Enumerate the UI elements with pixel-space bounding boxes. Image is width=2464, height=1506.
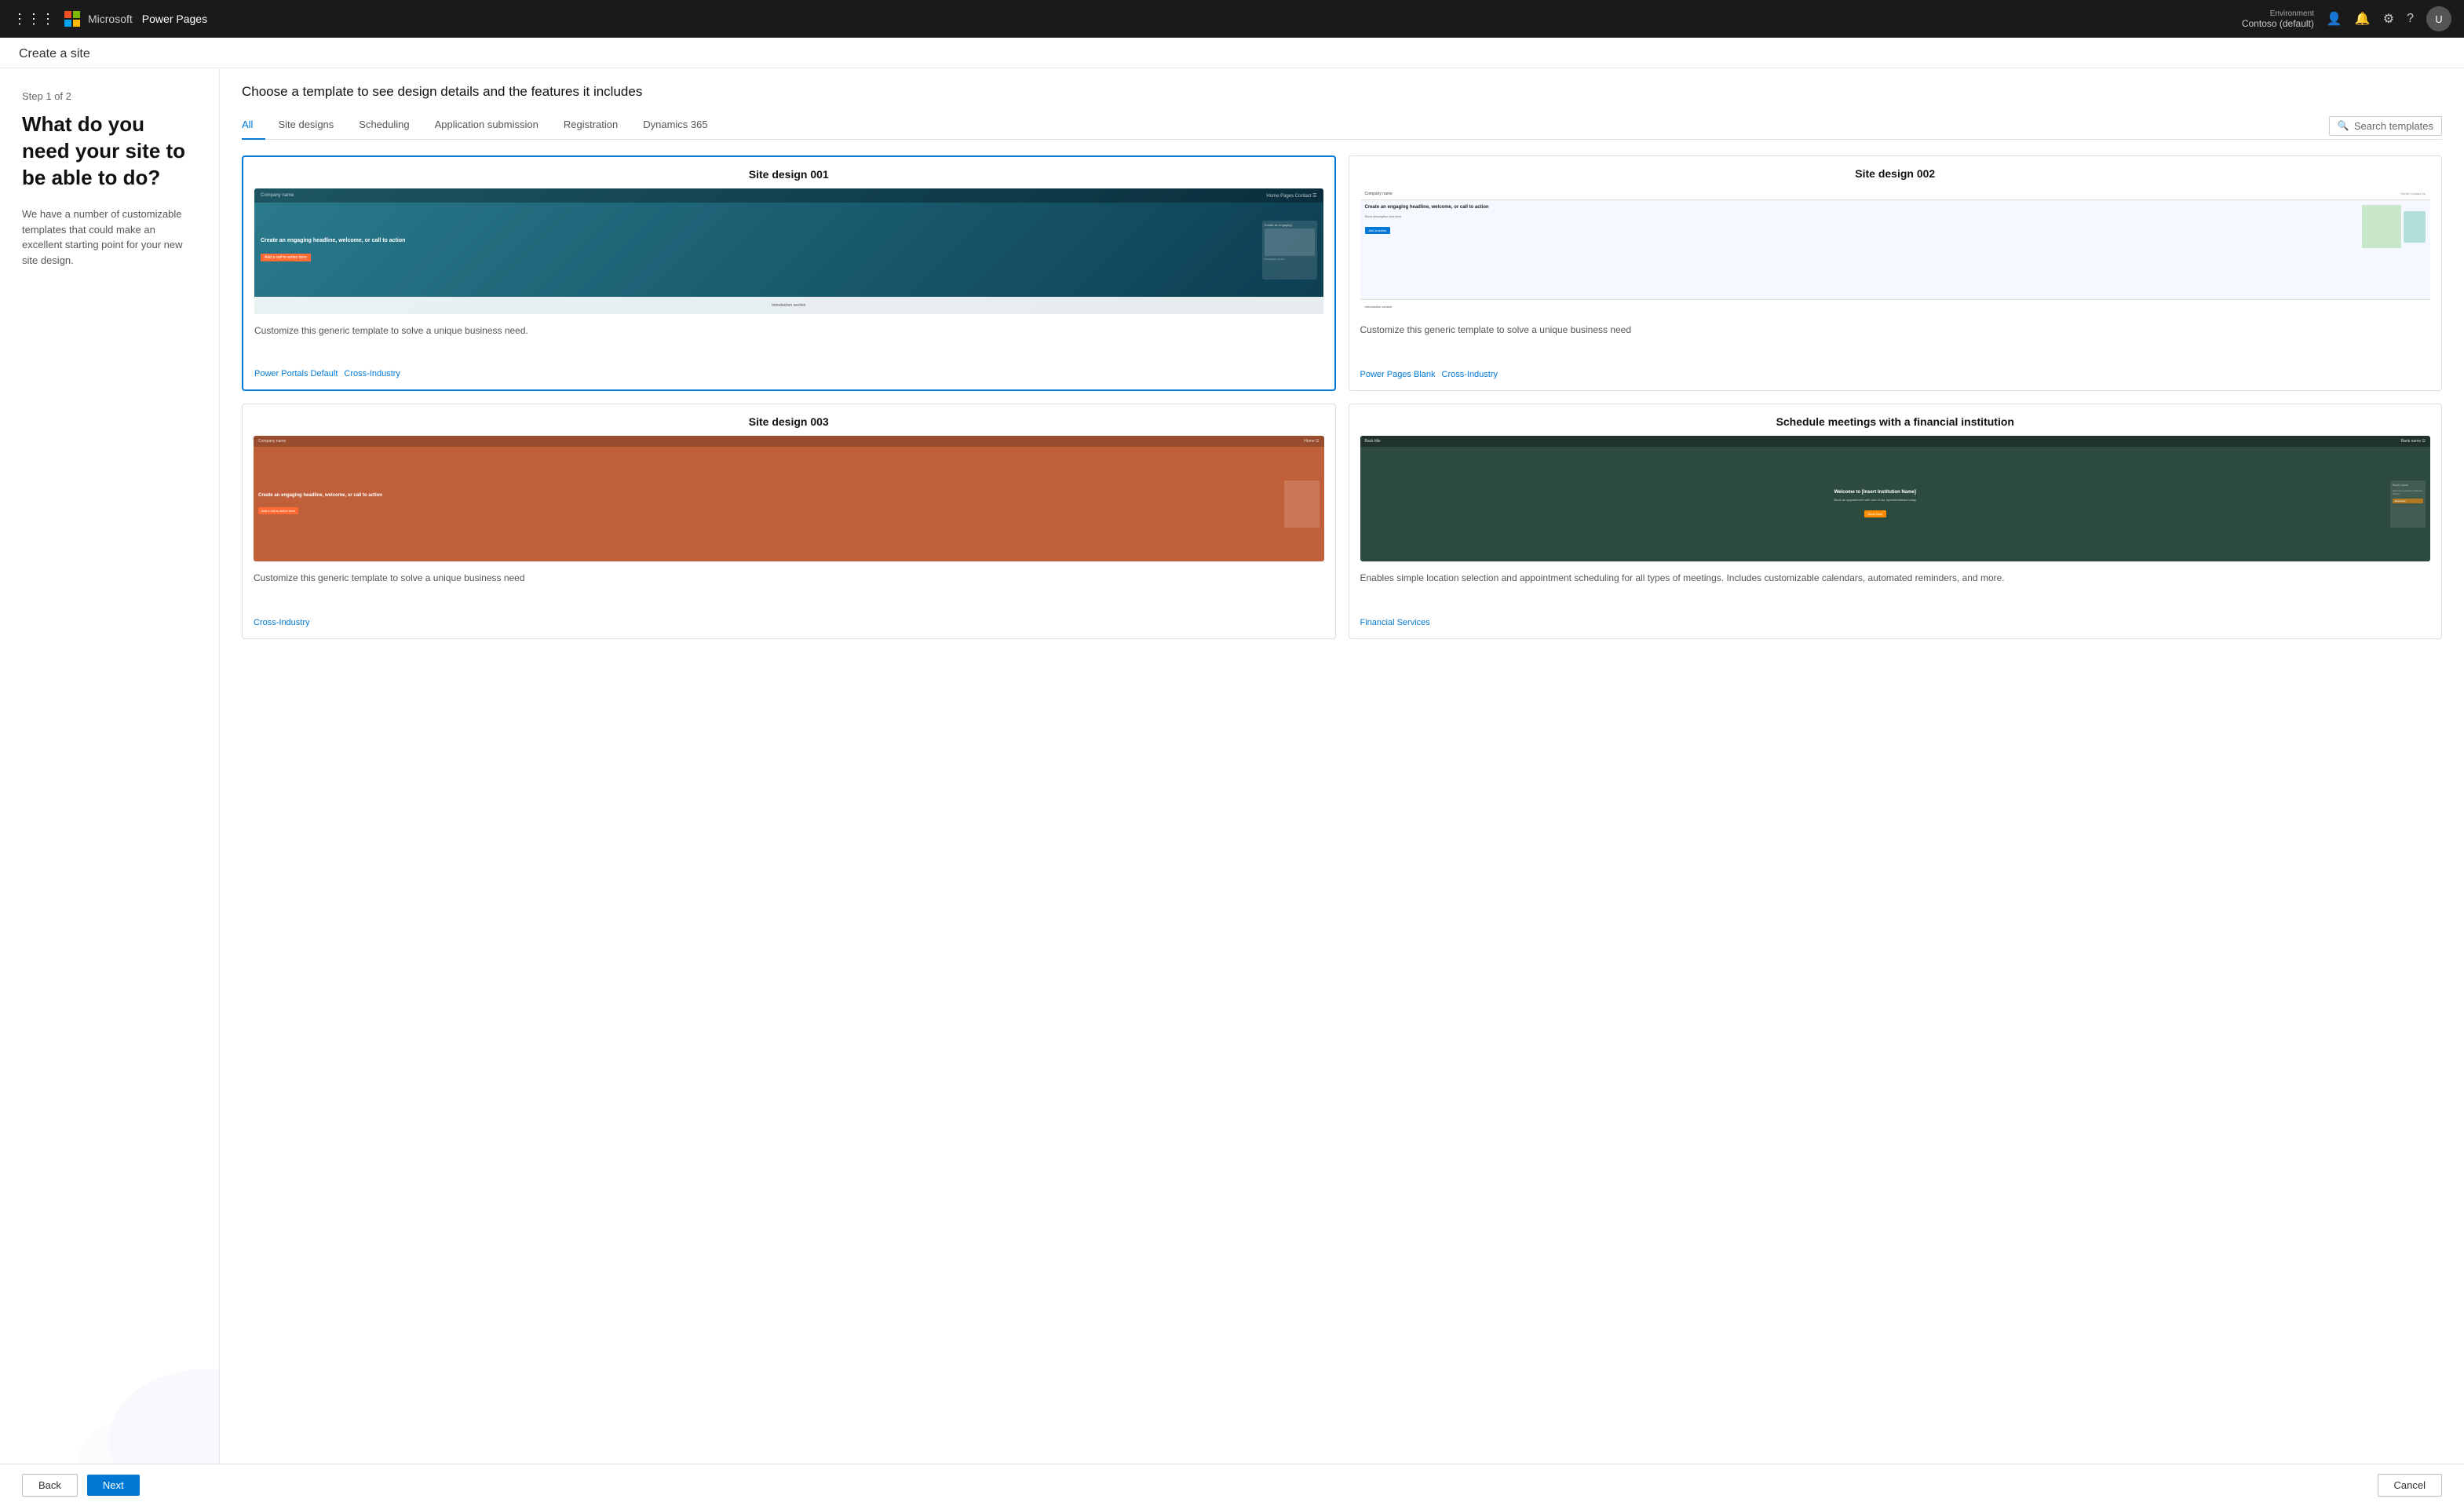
- template-tags-002: Power Pages Blank Cross-Industry: [1349, 362, 2442, 390]
- step-indicator: Step 1 of 2: [22, 90, 197, 102]
- environment-value: Contoso (default): [2242, 18, 2314, 29]
- template-tags-001: Power Portals Default Cross-Industry: [243, 361, 1334, 389]
- help-icon[interactable]: ?: [2407, 12, 2414, 26]
- environment-info: Environment Contoso (default): [2242, 9, 2314, 29]
- template-preview-001: Company name Home Pages Contact ☰ Create…: [254, 188, 1323, 314]
- microsoft-logo: Microsoft: [64, 11, 133, 27]
- cancel-button[interactable]: Cancel: [2378, 1474, 2442, 1497]
- sidebar-decoration: [78, 1338, 220, 1464]
- template-desc-002: Customize this generic template to solve…: [1349, 313, 2442, 362]
- tag-power-pages-blank[interactable]: Power Pages Blank: [1360, 370, 1436, 379]
- template-title-001: Site design 001: [243, 157, 1334, 188]
- environment-label: Environment: [2270, 9, 2314, 18]
- template-header: Choose a template to see design details …: [220, 68, 2464, 112]
- template-tags-003: Cross-Industry: [243, 610, 1335, 638]
- tab-site-designs[interactable]: Site designs: [265, 112, 346, 140]
- microsoft-squares-icon: [64, 11, 80, 27]
- template-desc-003: Customize this generic template to solve…: [243, 561, 1335, 610]
- template-card-schedule-meetings[interactable]: Schedule meetings with a financial insti…: [1349, 404, 2443, 639]
- template-title-002: Site design 002: [1349, 156, 2442, 188]
- page-title: Create a site: [19, 47, 2445, 61]
- search-templates-box[interactable]: 🔍 Search templates: [2329, 116, 2442, 136]
- search-templates-label[interactable]: Search templates: [2354, 120, 2433, 132]
- choose-template-heading: Choose a template to see design details …: [242, 84, 2442, 100]
- sidebar-heading: What do you need your site to be able to…: [22, 111, 197, 191]
- person-icon[interactable]: 👤: [2327, 11, 2342, 27]
- sidebar-description: We have a number of customizable templat…: [22, 207, 197, 268]
- filter-tabs: All Site designs Scheduling Application …: [242, 112, 2442, 140]
- template-preview-finance: Back title Bank name ☰ Welcome to [Inser…: [1360, 436, 2431, 561]
- tag-power-portals-default[interactable]: Power Portals Default: [254, 369, 338, 378]
- tag-cross-industry-002[interactable]: Cross-Industry: [1442, 370, 1498, 379]
- avatar[interactable]: U: [2426, 6, 2451, 31]
- tag-cross-industry-003[interactable]: Cross-Industry: [254, 618, 310, 627]
- templates-grid: Site design 001 Company name Home Pages …: [220, 140, 2464, 1464]
- template-title-finance: Schedule meetings with a financial insti…: [1349, 404, 2442, 436]
- settings-icon[interactable]: ⚙: [2383, 11, 2394, 27]
- tab-application-submission[interactable]: Application submission: [422, 112, 551, 140]
- bell-icon[interactable]: 🔔: [2355, 11, 2371, 27]
- main-layout: Step 1 of 2 What do you need your site t…: [0, 68, 2464, 1464]
- tab-scheduling[interactable]: Scheduling: [346, 112, 422, 140]
- top-navigation: ⋮⋮⋮ Microsoft Power Pages Environment Co…: [0, 0, 2464, 38]
- tab-all[interactable]: All: [242, 112, 265, 140]
- back-button[interactable]: Back: [22, 1474, 78, 1497]
- content-area: Choose a template to see design details …: [220, 68, 2464, 1464]
- template-desc-finance: Enables simple location selection and ap…: [1349, 561, 2442, 610]
- sidebar: Step 1 of 2 What do you need your site t…: [0, 68, 220, 1464]
- template-preview-002: Company name Home Contact Us Create an e…: [1360, 188, 2431, 313]
- template-preview-003: Company name Home ☰ Create an engaging h…: [254, 436, 1324, 561]
- template-title-003: Site design 003: [243, 404, 1335, 436]
- waffle-icon[interactable]: ⋮⋮⋮: [13, 11, 55, 27]
- template-desc-001: Customize this generic template to solve…: [243, 314, 1334, 361]
- page-header: Create a site: [0, 38, 2464, 68]
- topnav-right-group: Environment Contoso (default) 👤 🔔 ⚙ ? U: [2242, 6, 2451, 31]
- brand-name: Microsoft: [88, 13, 133, 25]
- tab-dynamics-365[interactable]: Dynamics 365: [630, 112, 720, 140]
- template-card-site-design-001[interactable]: Site design 001 Company name Home Pages …: [242, 155, 1336, 391]
- tab-registration[interactable]: Registration: [551, 112, 630, 140]
- next-button[interactable]: Next: [87, 1475, 140, 1496]
- bottom-bar: Back Next Cancel: [0, 1464, 2464, 1506]
- tag-cross-industry-001[interactable]: Cross-Industry: [344, 369, 400, 378]
- app-name: Power Pages: [142, 13, 207, 25]
- template-card-site-design-002[interactable]: Site design 002 Company name Home Contac…: [1349, 155, 2443, 391]
- template-tags-finance: Financial Services: [1349, 610, 2442, 638]
- search-icon: 🔍: [2338, 120, 2349, 131]
- template-card-site-design-003[interactable]: Site design 003 Company name Home ☰ Crea…: [242, 404, 1336, 639]
- tag-financial-services[interactable]: Financial Services: [1360, 618, 1430, 627]
